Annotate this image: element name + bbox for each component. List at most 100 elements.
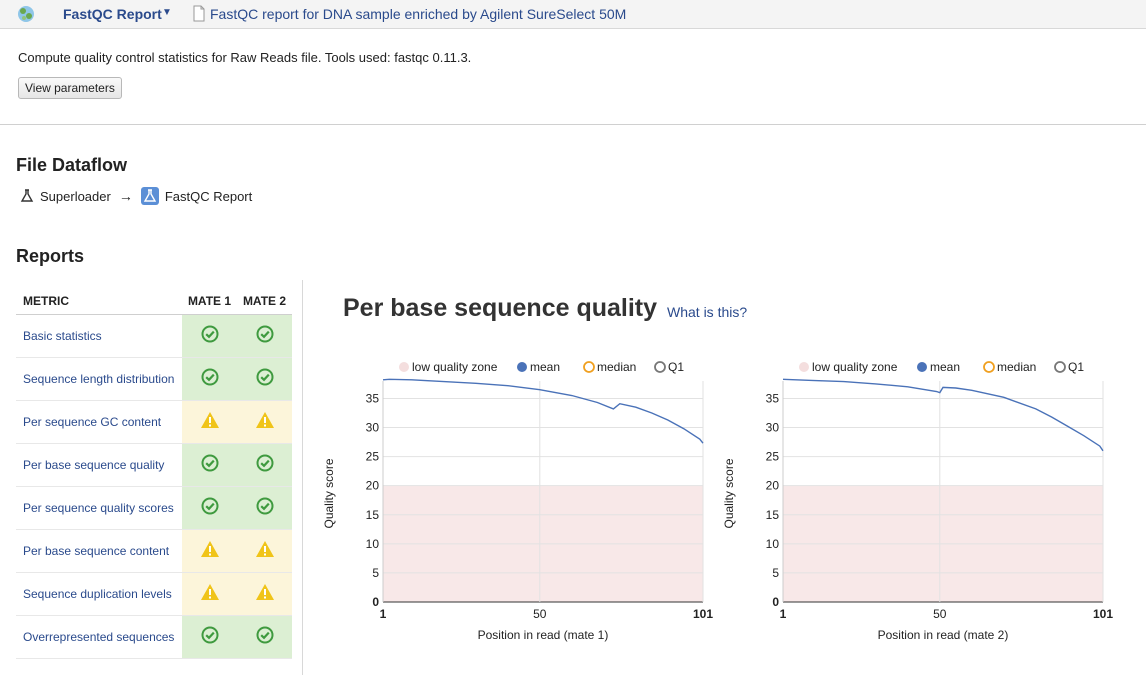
legend-label: median (597, 360, 636, 374)
metric-link[interactable]: Per sequence GC content (16, 400, 182, 444)
y-tick-label: 15 (366, 508, 380, 522)
y-tick-label: 20 (766, 479, 780, 493)
view-parameters-button[interactable]: View parameters (18, 77, 122, 99)
section-divider (0, 124, 1146, 125)
warning-icon (182, 529, 237, 573)
pass-check-icon (182, 486, 237, 530)
metric-link[interactable]: Per sequence quality scores (16, 486, 182, 530)
series-line-mean (382, 378, 704, 444)
legend-marker (654, 361, 666, 373)
x-axis-label: Position in read (mate 2) (878, 628, 1009, 642)
table-row: Sequence length distribution (16, 357, 292, 401)
y-tick-label: 20 (366, 479, 380, 493)
warning-icon (182, 400, 237, 444)
legend-marker (583, 361, 595, 373)
legend-label: median (997, 360, 1036, 374)
flask-icon (18, 187, 36, 205)
y-tick-label: 25 (766, 450, 780, 464)
table-row: Overrepresented sequences (16, 615, 292, 659)
legend-marker (1054, 361, 1066, 373)
metric-link[interactable]: Per base sequence content (16, 529, 182, 573)
x-tick-label: 101 (1093, 607, 1113, 621)
pass-check-icon (237, 615, 292, 659)
x-axis-label: Position in read (mate 1) (478, 628, 609, 642)
column-header-mate1: MATE 1 (182, 289, 237, 315)
y-tick-label: 30 (766, 421, 780, 435)
plot-title: Per base sequence quality (343, 294, 658, 322)
y-tick-label: 0 (772, 595, 779, 609)
y-tick-label: 25 (366, 450, 380, 464)
quality-chart-mate1: low quality zone mean median Q1 0 5 10 15 20 25 30… (322, 360, 713, 642)
y-tick-label: 5 (772, 566, 779, 580)
y-tick-label: 15 (766, 508, 780, 522)
legend-marker (917, 362, 927, 372)
legend-marker (399, 362, 409, 372)
y-axis-label: Quality score (722, 458, 736, 528)
run-description: Compute quality control statistics for R… (18, 50, 472, 65)
reports-divider (302, 280, 303, 675)
dataflow-target-link[interactable]: FastQC Report (165, 189, 252, 204)
y-tick-label: 35 (766, 391, 780, 405)
legend-label: Q1 (668, 360, 684, 374)
table-row: Per base sequence quality (16, 443, 292, 487)
metric-link[interactable]: Sequence duplication levels (16, 572, 182, 616)
app-title-menu[interactable]: FastQC Report (63, 6, 162, 22)
flask-icon (140, 187, 159, 205)
series-line-mean (782, 378, 1104, 452)
pass-check-icon (182, 357, 237, 401)
metric-link[interactable]: Basic statistics (16, 314, 182, 358)
table-header-row: METRIC MATE 1 MATE 2 (16, 289, 292, 315)
x-tick-label: 50 (933, 607, 947, 621)
table-row: Sequence duplication levels (16, 572, 292, 616)
metric-link[interactable]: Overrepresented sequences (16, 615, 182, 659)
x-tick-label: 1 (380, 607, 387, 621)
column-header-metric: METRIC (16, 289, 182, 315)
y-tick-label: 5 (372, 566, 379, 580)
legend-label: low quality zone (812, 360, 898, 374)
pass-check-icon (182, 615, 237, 659)
legend-label: Q1 (1068, 360, 1084, 374)
document-icon (193, 5, 205, 22)
legend-marker (799, 362, 809, 372)
x-tick-label: 50 (533, 607, 547, 621)
dataflow-source-link[interactable]: Superloader (40, 189, 111, 204)
metric-link[interactable]: Sequence length distribution (16, 357, 182, 401)
y-tick-label: 30 (366, 421, 380, 435)
column-header-mate2: MATE 2 (237, 289, 292, 315)
y-tick-label: 10 (366, 537, 380, 551)
pass-check-icon (182, 443, 237, 487)
metric-link[interactable]: Per base sequence quality (16, 443, 182, 487)
quality-chart-mate2: low quality zone mean median Q1 0 5 10 15 20 25 30… (722, 360, 1113, 642)
y-axis-label: Quality score (322, 458, 336, 528)
y-tick-label: 35 (366, 391, 380, 405)
pass-check-icon (237, 443, 292, 487)
warning-icon (237, 529, 292, 573)
top-bar: FastQC Report ▼ FastQC report for DNA sa… (0, 0, 1146, 29)
table-row: Basic statistics (16, 314, 292, 358)
dataflow-path: Superloader → FastQC Report (18, 185, 252, 207)
x-tick-label: 1 (780, 607, 787, 621)
legend-marker (983, 361, 995, 373)
y-tick-label: 0 (372, 595, 379, 609)
y-tick-label: 10 (766, 537, 780, 551)
table-row: Per sequence GC content (16, 400, 292, 444)
chevron-down-icon[interactable]: ▼ (162, 7, 172, 18)
metrics-table: METRIC MATE 1 MATE 2 Basic statistics Seq… (16, 289, 292, 659)
legend-label: mean (530, 360, 560, 374)
legend-label: low quality zone (412, 360, 498, 374)
table-row: Per sequence quality scores (16, 486, 292, 530)
dataflow-arrow: → (118, 188, 133, 204)
legend-label: mean (930, 360, 960, 374)
warning-icon (237, 400, 292, 444)
globe-logo-icon[interactable] (16, 4, 36, 24)
what-is-this-link[interactable]: What is this? (667, 304, 747, 320)
pass-check-icon (182, 314, 237, 358)
legend-marker (517, 362, 527, 372)
document-title[interactable]: FastQC report for DNA sample enriched by… (210, 6, 626, 22)
reports-heading: Reports (16, 246, 85, 266)
warning-icon (182, 572, 237, 616)
pass-check-icon (237, 357, 292, 401)
pass-check-icon (237, 314, 292, 358)
pass-check-icon (237, 486, 292, 530)
dataflow-heading: File Dataflow (16, 155, 128, 175)
